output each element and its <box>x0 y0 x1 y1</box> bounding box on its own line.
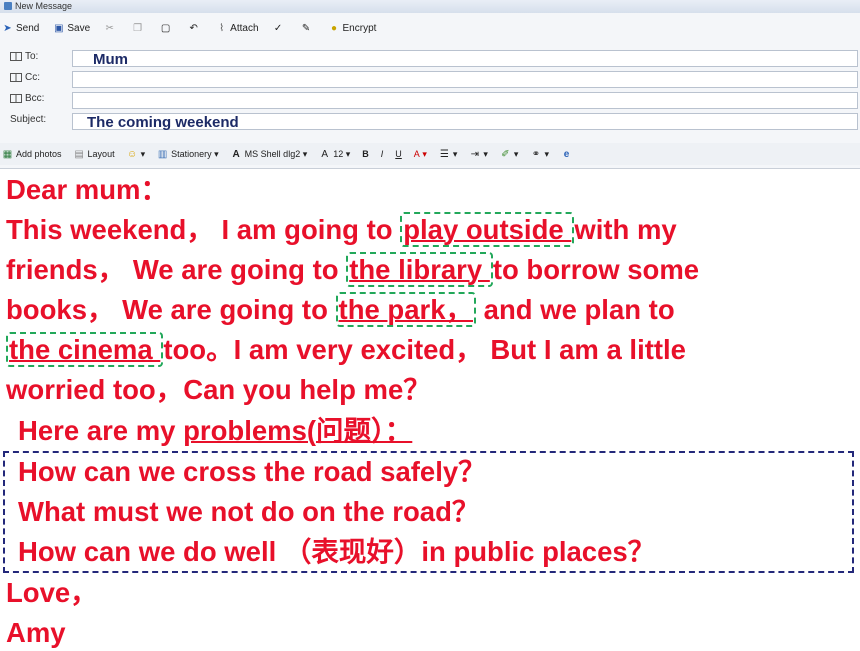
copy-icon: ❐ <box>133 22 143 34</box>
bcc-button[interactable]: Bcc: <box>10 93 44 104</box>
title-bar: New Message <box>0 0 860 13</box>
list-button[interactable]: ☰ ▾ <box>439 149 458 160</box>
layout-button[interactable]: ▤ Layout <box>74 148 114 160</box>
to-button[interactable]: To: <box>10 51 38 62</box>
to-row: To: Mum <box>0 48 860 69</box>
highlight-park: the park， <box>335 292 477 327</box>
highlight-play-outside: play outside <box>400 212 575 247</box>
spelling-icon: ✓ <box>273 22 283 34</box>
layout-icon: ▤ <box>74 148 84 160</box>
browser-button[interactable]: e <box>561 149 575 160</box>
to-value: Mum <box>93 51 128 68</box>
question-1: How can we cross the road safely？ <box>18 456 486 487</box>
toolbar: ➤ Send ▣ Save ✂ ❐ ▢ ↶ ⌇ Attach ✓ ✎ ● Encrypt <box>0 15 860 41</box>
indent-icon: ⇥ <box>470 148 480 160</box>
paperclip-icon: ⌇ <box>219 22 225 34</box>
letter-line-4: the cinema too。I am very excited， But I … <box>6 332 686 368</box>
encrypt-button[interactable]: ● Encrypt <box>329 22 376 34</box>
window-title: New Message <box>15 1 73 11</box>
letter-line-3: books， We are going to the park， and we … <box>6 292 675 327</box>
format-bar: ▦ Add photos ▤ Layout ☺ ▾ ▥ Stationery ▾ A MS… <box>0 143 860 165</box>
sign-icon: ✎ <box>301 22 311 34</box>
greeting: Dear mum： <box>6 174 168 205</box>
subject-field[interactable]: The coming weekend <box>72 113 858 130</box>
link-icon: ⚭ <box>531 148 541 160</box>
highlight-button[interactable]: ✐ ▾ <box>500 148 518 160</box>
save-button[interactable]: ▣ Save <box>53 23 90 34</box>
undo-icon: ↶ <box>189 22 198 34</box>
address-fields: To: Mum Cc: Bcc: Subject: The coming wee… <box>0 48 860 132</box>
cc-button[interactable]: Cc: <box>10 72 40 83</box>
emoticon-button[interactable]: ☺ ▾ <box>126 148 145 160</box>
bcc-field[interactable] <box>72 92 858 109</box>
smiley-icon: ☺ <box>126 148 138 160</box>
stationery-icon: ▥ <box>157 148 168 160</box>
highlight-icon: ✐ <box>501 148 510 160</box>
link-button[interactable]: ⚭ ▾ <box>530 149 549 160</box>
send-button[interactable]: ➤ Send <box>2 23 39 34</box>
letter-line-2: friends， We are going to the library to … <box>6 252 700 287</box>
spelling-button[interactable]: ✓ <box>273 23 287 34</box>
subject-row: Subject: The coming weekend <box>0 111 860 132</box>
send-icon: ➤ <box>3 22 12 34</box>
question-3: How can we do well （表现好）in public places… <box>18 536 656 567</box>
bcc-row: Bcc: <box>0 90 860 111</box>
font-name-select[interactable]: A MS Shell dlg2 ▾ <box>231 149 308 160</box>
lock-icon: ● <box>330 22 338 34</box>
copy-button[interactable]: ❐ <box>132 23 146 34</box>
letter-line-5: worried too，Can you help me？ <box>6 374 431 405</box>
photo-icon: ▦ <box>2 148 13 160</box>
highlight-library: the library <box>346 252 493 287</box>
font-size-icon: A <box>321 148 329 160</box>
address-book-icon <box>10 73 22 82</box>
highlight-cinema: the cinema <box>6 332 164 367</box>
font-size-select[interactable]: A 12 ▾ <box>319 149 350 160</box>
address-book-icon <box>10 94 22 103</box>
question-2: What must we not do on the road？ <box>18 496 480 527</box>
indent-button[interactable]: ⇥ ▾ <box>469 149 488 160</box>
add-photos-button[interactable]: ▦ Add photos <box>2 149 62 160</box>
sign-button[interactable]: ✎ <box>301 23 315 34</box>
underline-button[interactable]: U <box>395 149 402 159</box>
problems-intro: Here are my problems(问题）： <box>18 415 413 446</box>
cut-icon: ✂ <box>105 22 114 34</box>
save-icon: ▣ <box>54 22 64 34</box>
font-icon: A <box>232 148 240 160</box>
paste-icon: ▢ <box>160 22 171 34</box>
mail-icon <box>4 2 12 10</box>
italic-button[interactable]: I <box>381 149 384 159</box>
signature: Amy <box>6 617 66 648</box>
stationery-button[interactable]: ▥ Stationery ▾ <box>157 149 219 160</box>
subject-value: The coming weekend <box>87 114 239 131</box>
browser-icon: e <box>563 148 570 160</box>
attach-button[interactable]: ⌇ Attach <box>216 23 258 34</box>
compose-window: New Message ➤ Send ▣ Save ✂ ❐ ▢ ↶ ⌇ Attach … <box>0 0 860 169</box>
cut-button[interactable]: ✂ <box>104 23 118 34</box>
cc-row: Cc: <box>0 69 860 90</box>
address-book-icon <box>10 52 22 61</box>
subject-label: Subject: <box>10 114 47 125</box>
bold-button[interactable]: B <box>362 149 369 159</box>
list-icon: ☰ <box>439 148 449 160</box>
undo-button[interactable]: ↶ <box>188 23 202 34</box>
cc-field[interactable] <box>72 71 858 88</box>
closing: Love， <box>6 577 98 608</box>
letter-line-1: This weekend， I am going to play outside… <box>6 212 677 247</box>
paste-button[interactable]: ▢ <box>160 23 174 34</box>
message-body[interactable]: Dear mum： This weekend， I am going to pl… <box>0 170 860 648</box>
font-color-button[interactable]: A ▾ <box>414 149 427 160</box>
to-field[interactable]: Mum <box>72 50 858 67</box>
